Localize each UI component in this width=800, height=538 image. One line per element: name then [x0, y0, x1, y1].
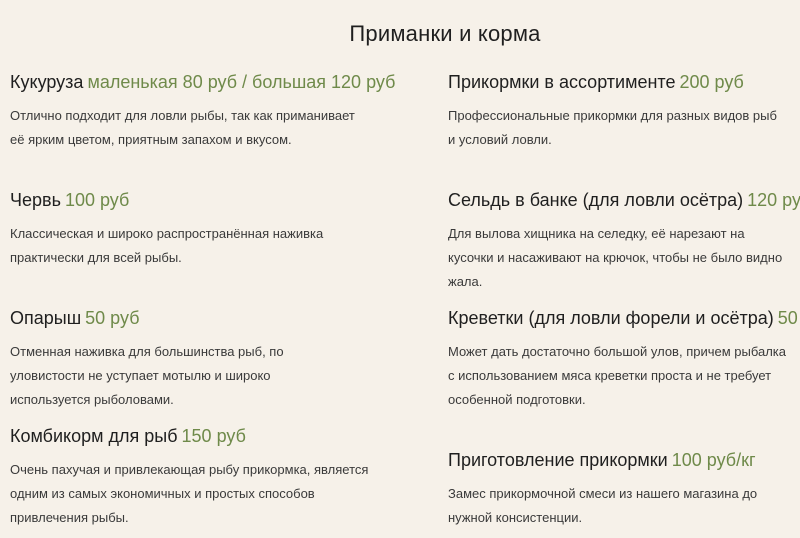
product-item-groundbait-assortment: Прикормки в ассортименте 200 руб Професси… — [448, 70, 800, 152]
product-description: Классическая и широко распространённая н… — [10, 226, 324, 265]
product-heading: Сельдь в банке (для ловли осётра)120 руб — [448, 188, 800, 212]
product-price: 100 руб/кг — [671, 450, 756, 470]
product-name: Сельдь в банке (для ловли осётра) — [448, 190, 744, 210]
product-heading: Прикормки в ассортименте 200 руб — [448, 70, 800, 94]
product-item-shrimp: Креветки (для ловли форели и осётра)50 р… — [448, 306, 800, 412]
product-price: 150 руб — [181, 426, 246, 446]
product-heading: Червь 100 руб — [10, 188, 420, 212]
product-description: Может дать достаточно большой улов, прич… — [448, 344, 787, 407]
product-item-compound-feed: Комбикорм для рыб 150 руб Очень пахучая и… — [10, 424, 420, 530]
product-item-maggot: Опарыш 50 руб Отменная наживка для больши… — [10, 306, 420, 412]
product-price: 50 руб — [85, 308, 140, 328]
product-name: Креветки (для ловли форели и осётра) — [448, 308, 774, 328]
product-description: Очень пахучая и привлекающая рыбу прикор… — [10, 462, 369, 525]
product-description: Замес прикормочной смеси из нашего магаз… — [448, 486, 758, 525]
product-heading: Приготовление прикормки 100 руб/кг — [448, 448, 800, 472]
product-description: Отменная наживка для большинства рыб, по… — [10, 344, 284, 407]
product-name: Червь — [10, 190, 61, 210]
product-item-groundbait-preparation: Приготовление прикормки 100 руб/кг Замес … — [448, 448, 800, 530]
product-name: Опарыш — [10, 308, 82, 328]
product-description: Для вылова хищника на селедку, её нареза… — [448, 226, 783, 289]
page-title: Приманки и корма — [349, 20, 541, 46]
product-description: Профессиональные прикормки для разных ви… — [448, 108, 777, 147]
product-heading: Креветки (для ловли форели и осётра)50 р… — [448, 306, 800, 330]
product-name: Прикормки в ассортименте — [448, 72, 676, 92]
product-name: Приготовление прикормки — [448, 450, 668, 470]
product-name: Кукуруза — [10, 72, 84, 92]
product-item-corn: Кукуруза маленькая 80 руб / большая 120 р… — [10, 70, 420, 152]
product-price: 200 руб — [679, 72, 744, 92]
product-item-worm: Червь 100 руб Классическая и широко распр… — [10, 188, 420, 270]
product-price: маленькая 80 руб / большая 120 руб — [87, 72, 396, 92]
product-price: 50 руб — [777, 308, 800, 328]
product-heading: Комбикорм для рыб 150 руб — [10, 424, 420, 448]
product-heading: Кукуруза маленькая 80 руб / большая 120 р… — [10, 70, 420, 94]
product-price: 100 руб — [64, 190, 130, 210]
product-description: Отлично подходит для ловли рыбы, так как… — [10, 108, 355, 147]
product-name: Комбикорм для рыб — [10, 426, 178, 446]
product-item-herring: Сельдь в банке (для ловли осётра)120 руб… — [448, 188, 800, 294]
product-heading: Опарыш 50 руб — [10, 306, 420, 330]
product-price: 120 руб — [747, 190, 800, 210]
